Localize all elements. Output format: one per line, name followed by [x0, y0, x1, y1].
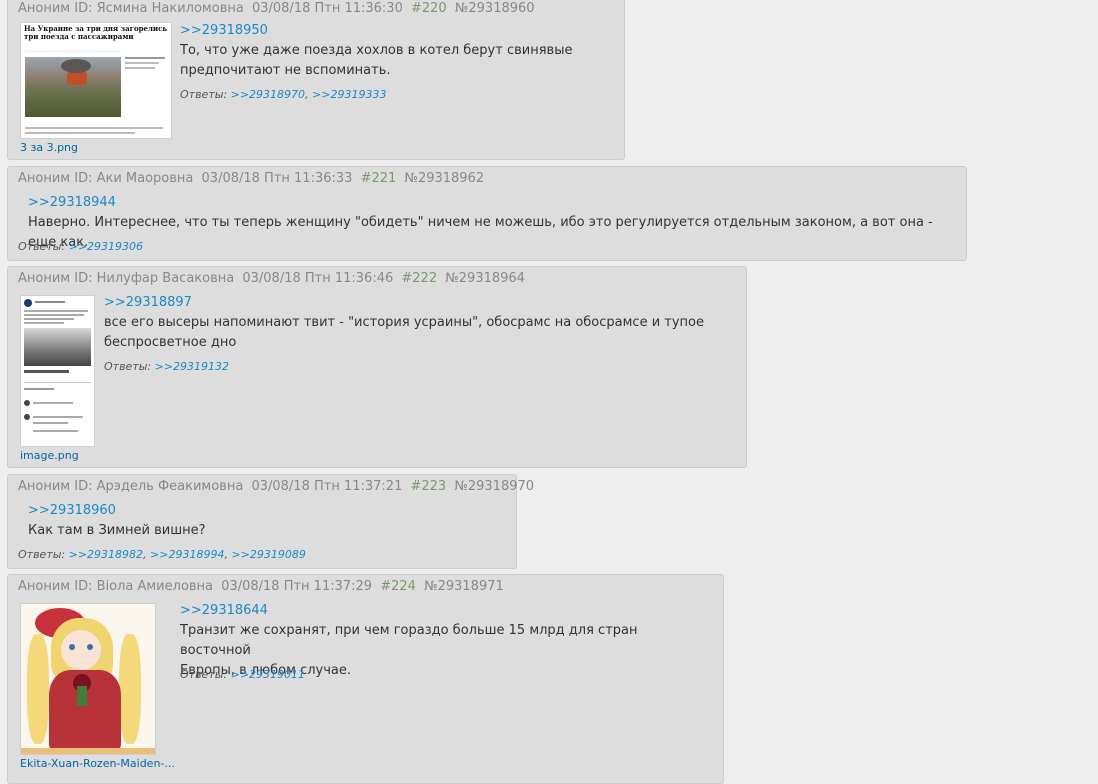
post-message: Как там в Зимней вишне?	[28, 521, 508, 541]
reply-link[interactable]: >>29318994	[150, 548, 224, 561]
reply-link[interactable]: >>29319306	[69, 240, 143, 253]
post-header: Аноним ID: Нилуфар Васаковна 03/08/18 Пт…	[18, 271, 529, 286]
image-thumbnail[interactable]	[20, 295, 95, 447]
post-date: 03/08/18 Птн 11:36:33	[201, 171, 353, 186]
post-header: Аноним ID: Аки Маоровна 03/08/18 Птн 11:…	[18, 171, 488, 186]
replies-label: Ответы:	[18, 548, 66, 561]
post-header: Аноним ID: Арэдель Феакимовна 03/08/18 П…	[18, 479, 538, 494]
post-message: все его высеры напоминают твит - "истори…	[104, 313, 734, 353]
reply-link[interactable]: >>29318982	[69, 548, 143, 561]
poster-name: Аноним ID: Ясмина Накиломовна	[18, 1, 244, 16]
reply-link[interactable]: >>29318970	[231, 88, 305, 101]
post-date: 03/08/18 Птн 11:36:46	[242, 271, 394, 286]
reply-link[interactable]: >>29319011	[231, 668, 305, 681]
reply-to-link[interactable]: >>29318644	[180, 603, 268, 618]
reply-to-link[interactable]: >>29318950	[180, 23, 268, 38]
post-date: 03/08/18 Птн 11:37:29	[221, 579, 373, 594]
post-number[interactable]: №29318970	[454, 479, 534, 494]
post: Аноним ID: Нилуфар Васаковна 03/08/18 Пт…	[7, 266, 747, 468]
message-line: Наверно. Интереснее, что ты теперь женщи…	[28, 215, 933, 250]
poster-name: Аноним ID: Нилуфар Васаковна	[18, 271, 235, 286]
file-name-link[interactable]: image.png	[20, 449, 79, 462]
replies-label: Ответы:	[18, 240, 66, 253]
image-thumbnail[interactable]: На Украине за три дня загорелись три пое…	[20, 22, 172, 139]
post-number[interactable]: №29318964	[445, 271, 525, 286]
reply-link[interactable]: >>29319132	[155, 360, 229, 373]
message-line: Транзит же сохранят, при чем гораздо бол…	[180, 623, 638, 658]
thumbnail-headline: На Украине за три дня загорелись три пое…	[24, 24, 168, 41]
post-header: Аноним ID: Ясмина Накиломовна 03/08/18 П…	[18, 1, 539, 16]
post: Аноним ID: Віола Амиеловна 03/08/18 Птн …	[7, 574, 724, 784]
post-index[interactable]: #220	[411, 1, 447, 16]
post-header: Аноним ID: Віола Амиеловна 03/08/18 Птн …	[18, 579, 508, 594]
post-index[interactable]: #221	[361, 171, 397, 186]
message-line: все его высеры напоминают твит - "истори…	[104, 315, 704, 330]
message-line: То, что уже даже поезда хохлов в котел б…	[180, 43, 573, 58]
post-number[interactable]: №29318960	[455, 1, 535, 16]
poster-name: Аноним ID: Віола Амиеловна	[18, 579, 214, 594]
face	[61, 630, 101, 670]
poster-name: Аноним ID: Аки Маоровна	[18, 171, 194, 186]
reply-link[interactable]: >>29319089	[231, 548, 305, 561]
replies-list: Ответы: >>29319011	[180, 668, 305, 681]
post: Аноним ID: Ясмина Накиломовна 03/08/18 П…	[7, 0, 625, 160]
post-index[interactable]: #224	[380, 579, 416, 594]
replies-label: Ответы:	[180, 88, 228, 101]
replies-list: Ответы: >>29318970, >>29319333	[180, 88, 387, 101]
poster-name: Аноним ID: Арэдель Феакимовна	[18, 479, 244, 494]
post-date: 03/08/18 Птн 11:37:21	[251, 479, 403, 494]
message-line: предпочитают не вспоминать.	[180, 63, 391, 78]
replies-label: Ответы:	[180, 668, 228, 681]
post-message: То, что уже даже поезда хохлов в котел б…	[180, 41, 610, 81]
reply-link[interactable]: >>29319333	[312, 88, 386, 101]
post: Аноним ID: Аки Маоровна 03/08/18 Птн 11:…	[7, 166, 967, 261]
image-thumbnail[interactable]	[20, 603, 156, 755]
post-number[interactable]: №29318962	[404, 171, 484, 186]
reply-to-link[interactable]: >>29318897	[104, 295, 192, 310]
post-index[interactable]: #223	[410, 479, 446, 494]
message-line: Как там в Зимней вишне?	[28, 523, 206, 538]
file-name-link[interactable]: 3 за 3.png	[20, 141, 78, 154]
message-line: беспросветное дно	[104, 335, 237, 350]
fire-photo	[25, 57, 121, 117]
post-message: Наверно. Интереснее, что ты теперь женщи…	[28, 213, 963, 253]
post-index[interactable]: #222	[401, 271, 437, 286]
reply-to-link[interactable]: >>29318960	[28, 503, 116, 518]
post-number[interactable]: №29318971	[424, 579, 504, 594]
train-photo	[24, 328, 91, 366]
post-date: 03/08/18 Птн 11:36:30	[251, 1, 403, 16]
file-name-link[interactable]: Ekita-Xuan-Rozen-Maiden-...	[20, 757, 175, 770]
replies-list: Ответы: >>29319132	[104, 360, 229, 373]
reply-to-link[interactable]: >>29318944	[28, 195, 116, 210]
replies-list: Ответы: >>29318982, >>29318994, >>293190…	[18, 548, 306, 561]
replies-list: Ответы: >>29319306	[18, 240, 143, 253]
replies-label: Ответы:	[104, 360, 152, 373]
post: Аноним ID: Арэдель Феакимовна 03/08/18 П…	[7, 474, 534, 569]
